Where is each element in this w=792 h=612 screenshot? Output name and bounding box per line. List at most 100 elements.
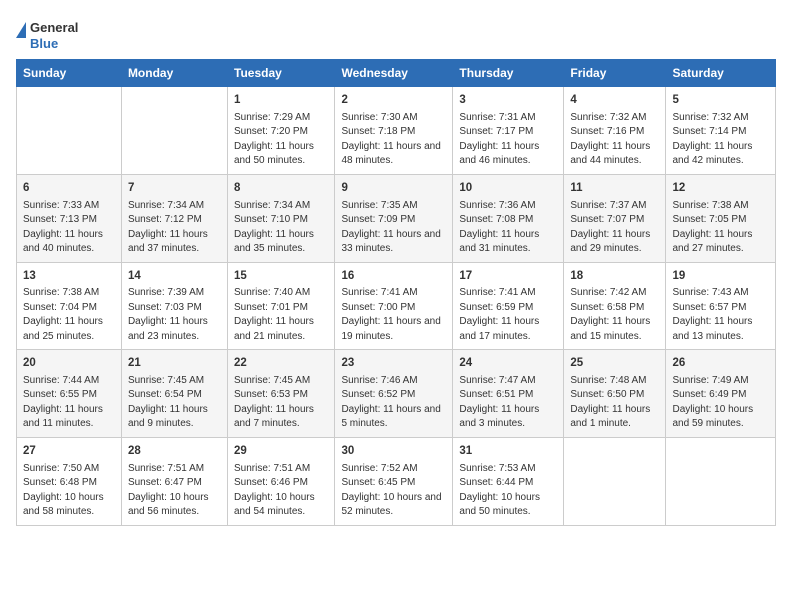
day-number: 30 <box>341 443 446 460</box>
day-number: 22 <box>234 355 328 372</box>
calendar-cell: 1Sunrise: 7:29 AM Sunset: 7:20 PM Daylig… <box>228 87 335 175</box>
calendar-week-row: 1Sunrise: 7:29 AM Sunset: 7:20 PM Daylig… <box>17 87 776 175</box>
day-number: 25 <box>570 355 659 372</box>
day-number: 29 <box>234 443 328 460</box>
day-info: Sunrise: 7:30 AM Sunset: 7:18 PM Dayligh… <box>341 111 446 169</box>
calendar-cell <box>121 87 227 175</box>
calendar-cell: 14Sunrise: 7:39 AM Sunset: 7:03 PM Dayli… <box>121 262 227 350</box>
calendar-cell: 29Sunrise: 7:51 AM Sunset: 6:46 PM Dayli… <box>228 437 335 525</box>
day-info: Sunrise: 7:38 AM Sunset: 7:04 PM Dayligh… <box>23 286 115 344</box>
day-info: Sunrise: 7:31 AM Sunset: 7:17 PM Dayligh… <box>459 111 557 169</box>
calendar-cell: 27 Sunrise: 7:50 AM Sunset: 6:48 PM Dayli… <box>17 437 122 525</box>
day-number: 11 <box>570 180 659 197</box>
day-info: Sunrise: 7:37 AM Sunset: 7:07 PM Dayligh… <box>570 199 659 257</box>
day-number: 2 <box>341 92 446 109</box>
day-number: 15 <box>234 268 328 285</box>
col-header-friday: Friday <box>564 60 666 87</box>
day-info: Sunrise: 7:50 AM Sunset: 6:48 PM Dayligh… <box>23 462 115 520</box>
calendar-cell <box>564 437 666 525</box>
day-info: Sunrise: 7:43 AM Sunset: 6:57 PM Dayligh… <box>672 286 769 344</box>
day-number: 24 <box>459 355 557 372</box>
day-info: Sunrise: 7:36 AM Sunset: 7:08 PM Dayligh… <box>459 199 557 257</box>
calendar-cell: 10 Sunrise: 7:36 AM Sunset: 7:08 PM Dayli… <box>453 174 564 262</box>
calendar-cell: 2 Sunrise: 7:30 AM Sunset: 7:18 PM Daylig… <box>335 87 453 175</box>
logo-text-blue: Blue <box>30 36 78 52</box>
day-number: 16 <box>341 268 446 285</box>
calendar-cell: 26 Sunrise: 7:49 AM Sunset: 6:49 PM Dayli… <box>666 350 776 438</box>
day-number: 17 <box>459 268 557 285</box>
calendar-cell: 20 Sunrise: 7:44 AM Sunset: 6:55 PM Dayli… <box>17 350 122 438</box>
calendar-cell: 21 Sunrise: 7:45 AM Sunset: 6:54 PM Dayli… <box>121 350 227 438</box>
day-number: 5 <box>672 92 769 109</box>
calendar-cell: 5 Sunrise: 7:32 AM Sunset: 7:14 PM Daylig… <box>666 87 776 175</box>
col-header-wednesday: Wednesday <box>335 60 453 87</box>
day-info: Sunrise: 7:32 AM Sunset: 7:16 PM Dayligh… <box>570 111 659 169</box>
calendar-cell: 11 Sunrise: 7:37 AM Sunset: 7:07 PM Dayli… <box>564 174 666 262</box>
col-header-monday: Monday <box>121 60 227 87</box>
page-header: General Blue General Blue <box>16 16 776 51</box>
day-info: Sunrise: 7:32 AM Sunset: 7:14 PM Dayligh… <box>672 111 769 169</box>
day-info: Sunrise: 7:34 AM Sunset: 7:12 PM Dayligh… <box>128 199 221 257</box>
day-number: 13 <box>23 268 115 285</box>
calendar-week-row: 13Sunrise: 7:38 AM Sunset: 7:04 PM Dayli… <box>17 262 776 350</box>
calendar-cell: 8 Sunrise: 7:34 AM Sunset: 7:10 PM Daylig… <box>228 174 335 262</box>
logo-text-general: General <box>30 20 78 36</box>
calendar-week-row: 6 Sunrise: 7:33 AM Sunset: 7:13 PM Daylig… <box>17 174 776 262</box>
calendar-cell: 12Sunrise: 7:38 AM Sunset: 7:05 PM Dayli… <box>666 174 776 262</box>
calendar-cell: 6 Sunrise: 7:33 AM Sunset: 7:13 PM Daylig… <box>17 174 122 262</box>
day-number: 23 <box>341 355 446 372</box>
day-info: Sunrise: 7:29 AM Sunset: 7:20 PM Dayligh… <box>234 111 328 169</box>
day-number: 20 <box>23 355 115 372</box>
day-number: 28 <box>128 443 221 460</box>
day-number: 8 <box>234 180 328 197</box>
day-info: Sunrise: 7:39 AM Sunset: 7:03 PM Dayligh… <box>128 286 221 344</box>
calendar-cell <box>666 437 776 525</box>
day-info: Sunrise: 7:33 AM Sunset: 7:13 PM Dayligh… <box>23 199 115 257</box>
calendar-cell: 31Sunrise: 7:53 AM Sunset: 6:44 PM Dayli… <box>453 437 564 525</box>
calendar-cell: 4Sunrise: 7:32 AM Sunset: 7:16 PM Daylig… <box>564 87 666 175</box>
day-info: Sunrise: 7:45 AM Sunset: 6:53 PM Dayligh… <box>234 374 328 432</box>
day-number: 21 <box>128 355 221 372</box>
day-info: Sunrise: 7:45 AM Sunset: 6:54 PM Dayligh… <box>128 374 221 432</box>
day-number: 6 <box>23 180 115 197</box>
day-number: 12 <box>672 180 769 197</box>
calendar-cell: 17Sunrise: 7:41 AM Sunset: 6:59 PM Dayli… <box>453 262 564 350</box>
calendar-week-row: 20 Sunrise: 7:44 AM Sunset: 6:55 PM Dayli… <box>17 350 776 438</box>
day-info: Sunrise: 7:51 AM Sunset: 6:47 PM Dayligh… <box>128 462 221 520</box>
calendar-cell: 25 Sunrise: 7:48 AM Sunset: 6:50 PM Dayli… <box>564 350 666 438</box>
calendar-cell: 9 Sunrise: 7:35 AM Sunset: 7:09 PM Daylig… <box>335 174 453 262</box>
day-number: 27 <box>23 443 115 460</box>
calendar-cell: 24 Sunrise: 7:47 AM Sunset: 6:51 PM Dayli… <box>453 350 564 438</box>
col-header-saturday: Saturday <box>666 60 776 87</box>
day-info: Sunrise: 7:40 AM Sunset: 7:01 PM Dayligh… <box>234 286 328 344</box>
day-info: Sunrise: 7:52 AM Sunset: 6:45 PM Dayligh… <box>341 462 446 520</box>
day-info: Sunrise: 7:34 AM Sunset: 7:10 PM Dayligh… <box>234 199 328 257</box>
calendar-cell: 13Sunrise: 7:38 AM Sunset: 7:04 PM Dayli… <box>17 262 122 350</box>
calendar-cell: 16Sunrise: 7:41 AM Sunset: 7:00 PM Dayli… <box>335 262 453 350</box>
calendar-header-row: SundayMondayTuesdayWednesdayThursdayFrid… <box>17 60 776 87</box>
calendar-cell: 22 Sunrise: 7:45 AM Sunset: 6:53 PM Dayli… <box>228 350 335 438</box>
col-header-sunday: Sunday <box>17 60 122 87</box>
calendar-cell: 28 Sunrise: 7:51 AM Sunset: 6:47 PM Dayli… <box>121 437 227 525</box>
calendar-cell: 18Sunrise: 7:42 AM Sunset: 6:58 PM Dayli… <box>564 262 666 350</box>
day-info: Sunrise: 7:44 AM Sunset: 6:55 PM Dayligh… <box>23 374 115 432</box>
day-info: Sunrise: 7:46 AM Sunset: 6:52 PM Dayligh… <box>341 374 446 432</box>
day-number: 18 <box>570 268 659 285</box>
day-number: 9 <box>341 180 446 197</box>
calendar-week-row: 27 Sunrise: 7:50 AM Sunset: 6:48 PM Dayli… <box>17 437 776 525</box>
calendar-cell: 7 Sunrise: 7:34 AM Sunset: 7:12 PM Daylig… <box>121 174 227 262</box>
calendar-cell: 23 Sunrise: 7:46 AM Sunset: 6:52 PM Dayli… <box>335 350 453 438</box>
day-number: 26 <box>672 355 769 372</box>
calendar-table: SundayMondayTuesdayWednesdayThursdayFrid… <box>16 59 776 525</box>
day-number: 7 <box>128 180 221 197</box>
day-info: Sunrise: 7:47 AM Sunset: 6:51 PM Dayligh… <box>459 374 557 432</box>
day-info: Sunrise: 7:41 AM Sunset: 6:59 PM Dayligh… <box>459 286 557 344</box>
calendar-cell: 19Sunrise: 7:43 AM Sunset: 6:57 PM Dayli… <box>666 262 776 350</box>
day-number: 14 <box>128 268 221 285</box>
logo: General Blue General Blue <box>16 16 78 51</box>
day-info: Sunrise: 7:48 AM Sunset: 6:50 PM Dayligh… <box>570 374 659 432</box>
day-info: Sunrise: 7:49 AM Sunset: 6:49 PM Dayligh… <box>672 374 769 432</box>
day-info: Sunrise: 7:35 AM Sunset: 7:09 PM Dayligh… <box>341 199 446 257</box>
day-number: 10 <box>459 180 557 197</box>
day-info: Sunrise: 7:41 AM Sunset: 7:00 PM Dayligh… <box>341 286 446 344</box>
